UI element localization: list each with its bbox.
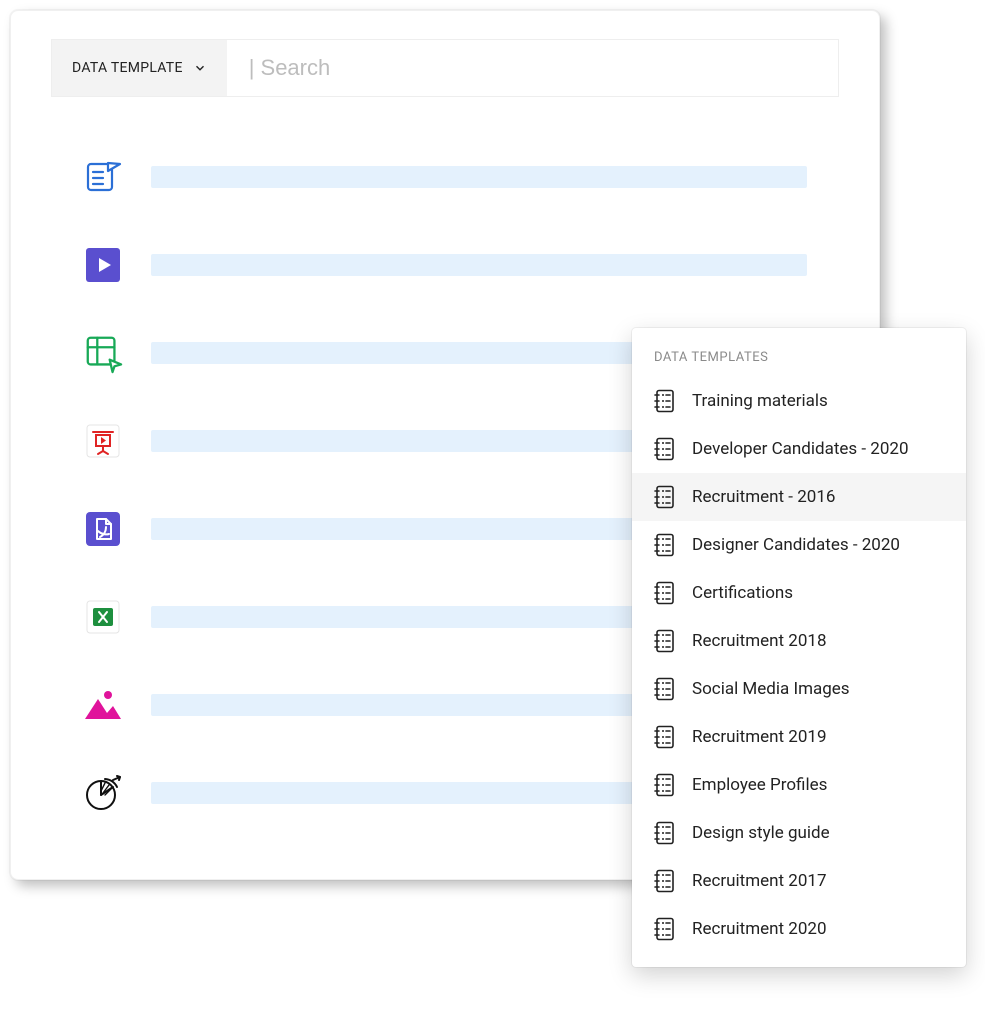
image-icon xyxy=(83,685,123,725)
announce-icon xyxy=(83,157,123,197)
template-label: Recruitment - 2016 xyxy=(692,487,835,507)
template-label: Recruitment 2019 xyxy=(692,727,827,747)
template-icon xyxy=(654,725,676,749)
template-option[interactable]: Employee Profiles xyxy=(632,761,966,809)
template-icon xyxy=(654,437,676,461)
template-icon xyxy=(654,581,676,605)
template-icon xyxy=(654,917,676,941)
dropdown-items: Training materials Developer Candidates … xyxy=(632,377,966,953)
chevron-down-icon xyxy=(193,61,207,75)
template-label: Design style guide xyxy=(692,823,830,843)
template-option[interactable]: Developer Candidates - 2020 xyxy=(632,425,966,473)
search-input[interactable] xyxy=(227,40,838,96)
template-option[interactable]: Certifications xyxy=(632,569,966,617)
result-row[interactable] xyxy=(83,133,807,221)
excel-icon xyxy=(83,597,123,637)
template-icon xyxy=(654,389,676,413)
template-icon xyxy=(654,773,676,797)
filter-label: DATA TEMPLATE xyxy=(72,60,183,76)
template-label: Certifications xyxy=(692,583,793,603)
template-option[interactable]: Recruitment - 2016 xyxy=(632,473,966,521)
placeholder-bar xyxy=(151,166,807,188)
template-label: Recruitment 2018 xyxy=(692,631,827,651)
template-label: Training materials xyxy=(692,391,828,411)
dropdown-header: DATA TEMPLATES xyxy=(632,340,966,377)
template-icon xyxy=(654,533,676,557)
template-icon xyxy=(654,629,676,653)
pdf-icon xyxy=(83,509,123,549)
template-label: Employee Profiles xyxy=(692,775,827,795)
template-icon xyxy=(654,821,676,845)
slideshow-icon xyxy=(83,421,123,461)
template-option[interactable]: Designer Candidates - 2020 xyxy=(632,521,966,569)
placeholder-bar xyxy=(151,254,807,276)
table-cursor-icon xyxy=(83,333,123,373)
filter-dropdown-button[interactable]: DATA TEMPLATE xyxy=(52,40,227,96)
template-label: Recruitment 2020 xyxy=(692,919,827,939)
template-icon xyxy=(654,677,676,701)
template-label: Recruitment 2017 xyxy=(692,871,827,891)
template-label: Designer Candidates - 2020 xyxy=(692,535,900,555)
template-option[interactable]: Design style guide xyxy=(632,809,966,857)
result-row[interactable] xyxy=(83,221,807,309)
pie-icon xyxy=(83,773,123,813)
template-option[interactable]: Recruitment 2020 xyxy=(632,905,966,953)
template-option[interactable]: Training materials xyxy=(632,377,966,425)
template-icon xyxy=(654,485,676,509)
template-label: Developer Candidates - 2020 xyxy=(692,439,909,459)
template-option[interactable]: Recruitment 2018 xyxy=(632,617,966,665)
template-option[interactable]: Recruitment 2019 xyxy=(632,713,966,761)
data-templates-dropdown: DATA TEMPLATES Training materials Develo… xyxy=(632,328,966,967)
template-option[interactable]: Social Media Images xyxy=(632,665,966,713)
template-label: Social Media Images xyxy=(692,679,850,699)
template-icon xyxy=(654,869,676,893)
template-option[interactable]: Recruitment 2017 xyxy=(632,857,966,905)
search-bar: DATA TEMPLATE xyxy=(51,39,839,97)
play-solid-icon xyxy=(83,245,123,285)
